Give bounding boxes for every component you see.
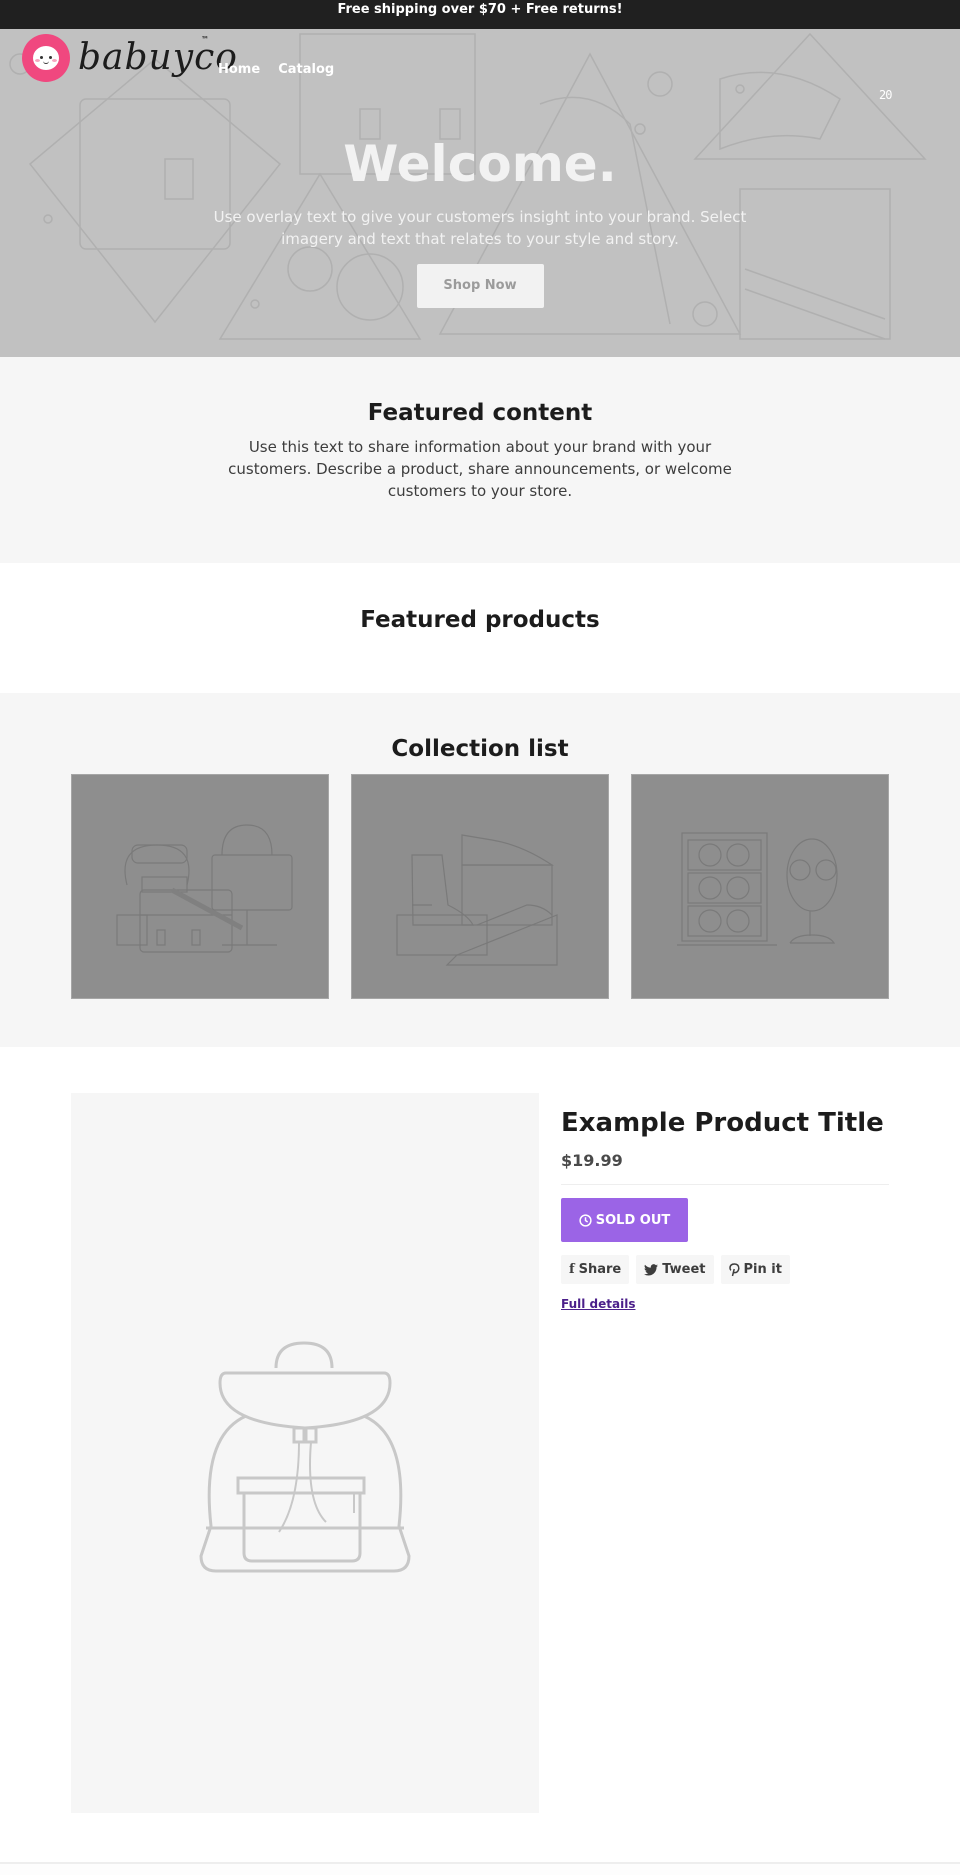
footer	[0, 1864, 960, 1875]
product-title: Example Product Title	[561, 1108, 884, 1138]
social-share-row: f Share Tweet Pin it	[561, 1255, 889, 1285]
sold-out-label: SOLD OUT	[595, 1212, 671, 1228]
main-nav: Home Catalog	[218, 62, 334, 77]
collection-list-title: Collection list	[391, 736, 569, 762]
share-twitter-button[interactable]: Tweet	[636, 1255, 714, 1285]
share-twitter-label: Tweet	[662, 1262, 706, 1278]
announcement-text: Free shipping over $70 + Free returns!	[337, 2, 623, 17]
shop-now-button[interactable]: Shop Now	[416, 264, 544, 308]
twitter-icon	[644, 1263, 659, 1276]
clock-icon	[579, 1214, 592, 1227]
bags-illustration-icon	[116, 824, 293, 953]
product-price: $19.99	[561, 1151, 623, 1171]
featured-products-title: Featured products	[360, 607, 600, 633]
collection-card-bags[interactable]	[71, 774, 329, 999]
trademark-mark: ™	[201, 35, 209, 44]
hero-subtitle: Use overlay text to give your customers …	[213, 208, 747, 248]
divider	[561, 1184, 889, 1186]
shoes-illustration-icon	[396, 834, 558, 966]
nav-item-catalog[interactable]: Catalog	[278, 62, 334, 77]
logo-baby-face-icon	[22, 34, 70, 82]
hero-banner: babuyco ™ Home Catalog 20 Welcome. Use o…	[0, 29, 960, 357]
cart-icon[interactable]: 20	[879, 88, 892, 102]
collection-card-shoes[interactable]	[351, 774, 609, 999]
collection-card-eyewear[interactable]	[631, 774, 889, 999]
featured-content-section: Featured content Use this text to share …	[0, 357, 960, 563]
nav-item-home[interactable]: Home	[218, 62, 260, 77]
hero-content: Welcome. Use overlay text to give your c…	[0, 134, 960, 308]
product-image[interactable]	[71, 1093, 539, 1813]
featured-products-section: Featured products	[0, 563, 960, 693]
collection-grid	[71, 774, 960, 999]
collection-list-section: Collection list	[0, 693, 960, 1047]
product-info: Example Product Title $19.99 SOLD OUT f …	[561, 1108, 889, 1312]
share-pinterest-button[interactable]: Pin it	[720, 1255, 790, 1285]
site-header: babuyco ™ Home Catalog 20	[0, 29, 960, 102]
hero-title: Welcome.	[343, 135, 617, 193]
full-details-link[interactable]: Full details	[561, 1297, 635, 1311]
pinterest-icon	[728, 1262, 740, 1276]
featured-content-title: Featured content	[367, 400, 593, 426]
backpack-illustration-icon	[199, 1341, 411, 1573]
share-facebook-button[interactable]: f Share	[561, 1255, 630, 1285]
featured-content-text: Use this text to share information about…	[228, 438, 732, 500]
share-pinterest-label: Pin it	[743, 1262, 782, 1278]
share-facebook-label: Share	[578, 1262, 622, 1278]
logo[interactable]: babuyco	[22, 32, 237, 84]
announcement-bar: Free shipping over $70 + Free returns!	[0, 0, 960, 29]
eyewear-illustration-icon	[677, 832, 838, 946]
featured-product-section: Example Product Title $19.99 SOLD OUT f …	[0, 1047, 960, 1862]
facebook-icon: f	[569, 1262, 575, 1278]
logo-text: babuyco	[78, 37, 238, 78]
sold-out-button[interactable]: SOLD OUT	[561, 1198, 688, 1243]
